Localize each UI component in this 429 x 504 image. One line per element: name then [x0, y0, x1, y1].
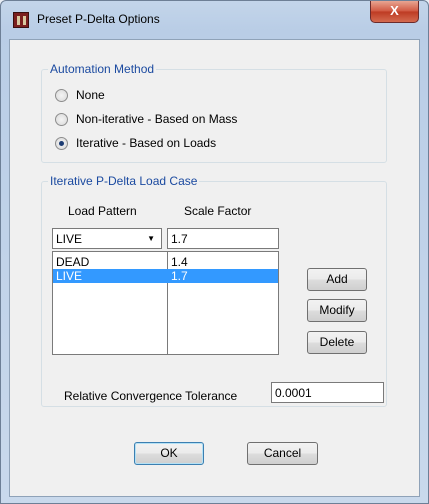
- cancel-button[interactable]: Cancel: [247, 442, 318, 465]
- ok-button[interactable]: OK: [134, 442, 204, 465]
- radio-iterative-label: Iterative - Based on Loads: [76, 136, 217, 150]
- radio-non-iterative-label: Non-iterative - Based on Mass: [76, 112, 238, 126]
- add-button[interactable]: Add: [307, 268, 367, 291]
- radio-none-label: None: [76, 88, 105, 102]
- row-pattern: LIVE: [56, 269, 83, 283]
- app-icon: [13, 12, 29, 28]
- tolerance-label: Relative Convergence Tolerance: [64, 389, 238, 403]
- row-factor: 1.4: [171, 255, 188, 269]
- load-case-group: Iterative P-Delta Load Case Load Pattern…: [41, 174, 387, 407]
- window-title: Preset P-Delta Options: [37, 12, 160, 26]
- row-pattern: DEAD: [56, 255, 90, 269]
- delete-button[interactable]: Delete: [307, 331, 367, 354]
- load-pattern-dropdown-value: LIVE: [56, 232, 83, 246]
- scale-factor-input[interactable]: 1.7: [167, 228, 279, 249]
- load-pattern-header: Load Pattern: [68, 204, 137, 218]
- automation-method-group: Automation Method None Non-iterative - B…: [41, 62, 387, 163]
- table-row[interactable]: LIVE 1.7: [53, 269, 278, 283]
- modify-button[interactable]: Modify: [307, 299, 367, 322]
- title-bar[interactable]: Preset P-Delta Options X: [1, 1, 428, 39]
- chevron-down-icon[interactable]: ▼: [147, 234, 155, 243]
- tolerance-input[interactable]: 0.0001: [271, 382, 384, 403]
- radio-non-iterative-button[interactable]: [55, 113, 68, 126]
- radio-none-button[interactable]: [55, 89, 68, 102]
- load-case-title: Iterative P-Delta Load Case: [48, 174, 200, 188]
- table-row[interactable]: DEAD 1.4: [53, 255, 278, 269]
- radio-iterative-button[interactable]: [55, 137, 68, 150]
- scale-factor-header: Scale Factor: [184, 204, 252, 218]
- dialog-window: Preset P-Delta Options X Automation Meth…: [0, 0, 429, 504]
- row-factor: 1.7: [171, 269, 188, 283]
- close-button[interactable]: X: [370, 1, 419, 23]
- load-case-list[interactable]: DEAD 1.4 LIVE 1.7: [52, 251, 279, 355]
- load-pattern-dropdown[interactable]: LIVE ▼: [52, 228, 162, 249]
- automation-method-title: Automation Method: [48, 62, 157, 76]
- dialog-body: Automation Method None Non-iterative - B…: [9, 39, 420, 497]
